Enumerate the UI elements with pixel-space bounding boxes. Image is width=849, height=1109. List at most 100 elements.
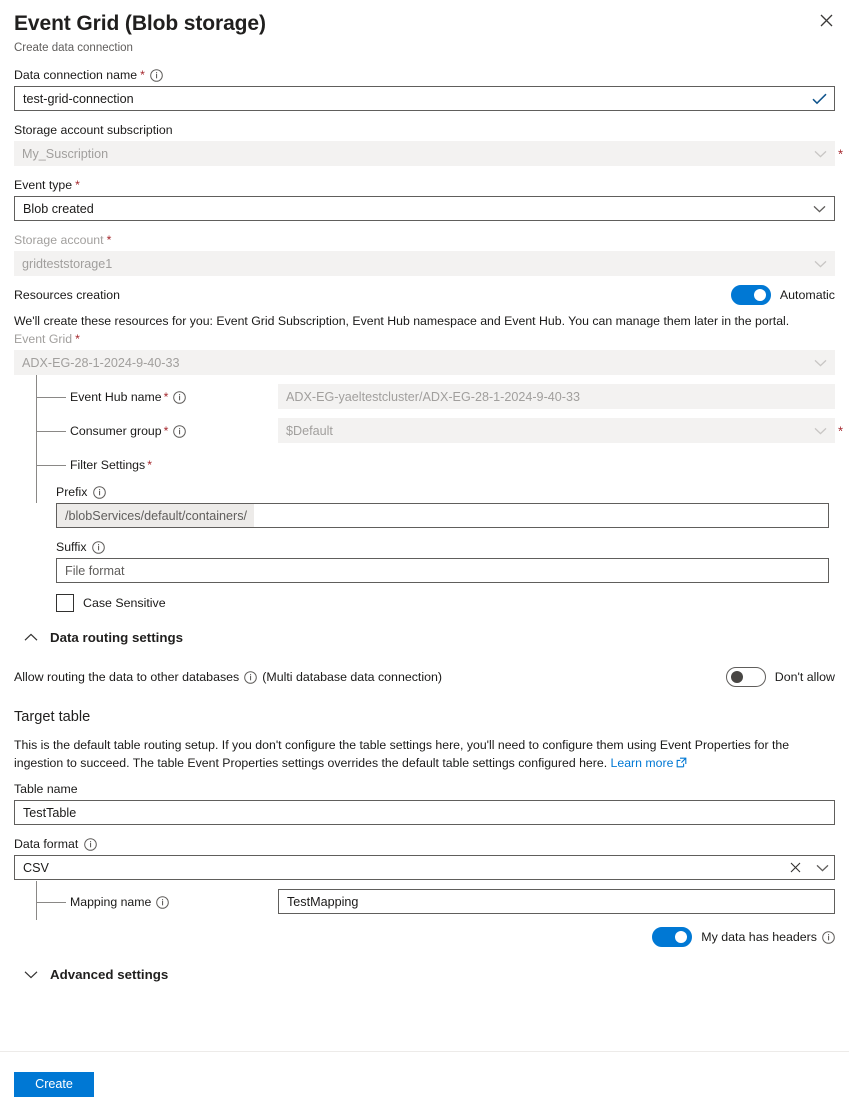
chevron-down-icon (805, 350, 835, 375)
row-resources-creation: Resources creation Automatic (14, 285, 835, 305)
field-consumer-group: Consumer group * $Default * (14, 418, 843, 443)
info-icon[interactable] (172, 424, 186, 438)
label-table-name: Table name (14, 782, 78, 796)
row-case-sensitive: Case Sensitive (56, 594, 835, 612)
prefix-input[interactable]: /blobServices/default/containers/ (56, 503, 829, 528)
input-wrap-storage-account: gridteststorage1 (14, 251, 835, 276)
section-data-routing-settings[interactable]: Data routing settings (14, 630, 835, 645)
required-asterisk: * (163, 389, 169, 404)
label-data-format: Data format (14, 836, 835, 852)
info-icon[interactable] (83, 838, 97, 852)
chevron-down-icon[interactable] (804, 197, 834, 220)
storage-account-subscription-value: My_Suscription (22, 146, 109, 161)
prefix-fixed-text: /blobServices/default/containers/ (57, 504, 255, 527)
data-format-value: CSV (23, 860, 49, 875)
info-icon[interactable] (92, 486, 106, 500)
chevron-down-icon (805, 251, 835, 276)
chevron-down-icon[interactable] (810, 856, 834, 879)
create-data-connection-blade: Event Grid (Blob storage) Create data co… (0, 0, 849, 1109)
section-title-advanced: Advanced settings (50, 967, 169, 982)
suffix-input[interactable]: File format (56, 558, 829, 583)
field-mapping-name: Mapping name TestMapping (14, 889, 835, 914)
label-event-hub-name: Event Hub name * (70, 390, 278, 404)
consumer-group-select: $Default (278, 418, 835, 443)
mapping-name-value: TestMapping (287, 894, 359, 909)
input-wrap-event-grid: ADX-EG-28-1-2024-9-40-33 (14, 350, 835, 375)
data-format-select[interactable]: CSV (14, 855, 835, 880)
event-type-select[interactable]: Blob created (14, 196, 835, 221)
field-storage-account-subscription: Storage account subscription My_Suscript… (14, 122, 843, 166)
resources-creation-toggle[interactable] (730, 285, 771, 305)
section-title-data-routing: Data routing settings (50, 630, 183, 645)
input-wrap-consumer-group: $Default * (278, 418, 843, 443)
label-data-connection-name: Data connection name * (14, 67, 835, 83)
label-storage-account: Storage account * (14, 233, 112, 247)
allow-routing-text: Allow routing the data to other database… (14, 670, 443, 685)
required-asterisk: * (163, 423, 169, 438)
page-subtitle: Create data connection (14, 42, 133, 54)
required-asterisk-external: * (837, 146, 843, 161)
label-filter-settings: Filter Settings * (70, 458, 152, 472)
input-wrap-data-connection-name: test-grid-connection (14, 86, 835, 111)
info-icon[interactable] (155, 895, 169, 909)
event-type-value: Blob created (23, 201, 94, 216)
learn-more-link[interactable]: Learn more (611, 756, 688, 770)
table-name-input[interactable]: TestTable (14, 800, 835, 825)
label-consumer-group: Consumer group * (70, 424, 278, 438)
data-connection-name-input[interactable]: test-grid-connection (14, 86, 835, 111)
tree-elbow (36, 465, 66, 466)
required-asterisk: * (106, 233, 112, 247)
allow-routing-toggle[interactable] (725, 667, 766, 687)
footer-divider (0, 1051, 849, 1052)
chevron-up-icon[interactable] (24, 633, 38, 642)
input-wrap-storage-account-subscription: My_Suscription * (14, 141, 843, 166)
field-event-hub-name: Event Hub name * ADX-EG-yaeltestcluster/… (14, 384, 835, 409)
allow-routing-suffix: (Multi database data connection) (262, 670, 443, 684)
tree-elbow (36, 430, 66, 432)
label-storage-account-subscription: Storage account subscription (14, 123, 173, 137)
toggle-knob (675, 931, 688, 943)
mapping-name-input[interactable]: TestMapping (278, 889, 835, 914)
headers-toggle-label: My data has headers (701, 930, 835, 944)
blade-header: Event Grid (Blob storage) Create data co… (0, 0, 849, 56)
field-filter-settings: Filter Settings * (14, 456, 835, 474)
info-icon[interactable] (150, 69, 164, 83)
event-hub-name-value: ADX-EG-yaeltestcluster/ADX-EG-28-1-2024-… (286, 389, 580, 404)
label-prefix: Prefix (56, 484, 829, 500)
event-hub-name-input: ADX-EG-yaeltestcluster/ADX-EG-28-1-2024-… (278, 384, 835, 409)
label-resources-creation: Resources creation (14, 288, 120, 302)
close-icon[interactable] (813, 7, 839, 33)
input-wrap-event-hub-name: ADX-EG-yaeltestcluster/ADX-EG-28-1-2024-… (278, 384, 835, 409)
input-wrap-event-type: Blob created (14, 196, 835, 221)
field-prefix: Prefix /blobServices/default/containers/ (56, 484, 829, 528)
field-suffix: Suffix File format (56, 539, 829, 583)
label-suffix: Suffix (56, 539, 829, 555)
info-icon[interactable] (243, 671, 257, 685)
headers-toggle[interactable] (652, 927, 693, 947)
storage-account-value: gridteststorage1 (22, 256, 113, 271)
allow-routing-toggle-group: Don't allow (725, 667, 835, 687)
row-allow-routing: Allow routing the data to other database… (14, 667, 835, 687)
close-icon[interactable] (780, 856, 810, 879)
create-button[interactable]: Create (14, 1072, 94, 1097)
info-icon[interactable] (172, 390, 186, 404)
field-table-name: Table name TestTable (14, 781, 835, 825)
section-advanced-settings[interactable]: Advanced settings (14, 967, 835, 982)
headers-toggle-group: My data has headers (652, 927, 835, 947)
chevron-down-icon[interactable] (24, 970, 38, 979)
required-asterisk-external: * (837, 423, 843, 438)
consumer-group-value: $Default (286, 423, 333, 438)
case-sensitive-checkbox[interactable] (56, 594, 74, 612)
event-grid-tree: Event Grid * ADX-EG-28-1-2024-9-40-33 Ev… (14, 331, 843, 503)
label-event-grid: Event Grid * (14, 332, 80, 346)
required-asterisk: * (147, 458, 152, 472)
blade-body: Data connection name * test-grid-connect… (0, 67, 849, 982)
page-title: Event Grid (Blob storage) (14, 12, 266, 35)
row-headers-toggle: My data has headers (14, 927, 835, 947)
info-icon[interactable] (821, 931, 835, 945)
resources-creation-note: We'll create these resources for you: Ev… (14, 314, 790, 328)
allow-routing-toggle-label: Don't allow (774, 670, 835, 684)
event-grid-select: ADX-EG-28-1-2024-9-40-33 (14, 350, 835, 375)
resources-creation-toggle-label: Automatic (779, 288, 835, 302)
info-icon[interactable] (92, 541, 106, 555)
